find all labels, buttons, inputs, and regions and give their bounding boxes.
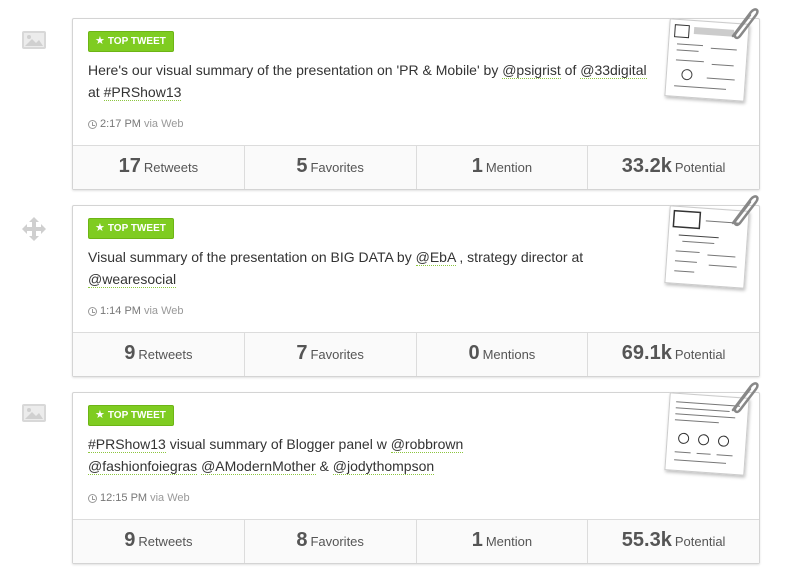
stat-label: Mention	[485, 160, 533, 175]
badge-label: TOP TWEET	[107, 36, 166, 47]
tweet-source: via Web	[143, 118, 184, 130]
stat-value: 1	[471, 155, 483, 177]
tweet-text: Here's our visual summary of the present…	[88, 59, 648, 103]
stat-value: 8	[296, 529, 308, 551]
badge-label: TOP TWEET	[107, 223, 166, 234]
tweet-meta: 12:15 PM via Web	[88, 492, 190, 504]
text-segment: visual summary of Blogger panel w	[165, 436, 391, 452]
retweets-stat[interactable]: 17 Retweets	[73, 146, 245, 189]
tweet-stats: 9 Retweets 8 Favorites 1 Mention 55.3k Poten…	[73, 519, 759, 563]
stat-value: 55.3k	[621, 529, 672, 551]
text-segment: &	[315, 458, 333, 474]
move-icon[interactable]	[20, 216, 48, 241]
mention-link[interactable]: @wearesocial	[88, 271, 177, 288]
text-segment: Visual summary of the presentation on BI…	[88, 249, 416, 265]
retweets-stat[interactable]: 9 Retweets	[73, 520, 245, 563]
stat-value: 9	[124, 529, 136, 551]
image-icon[interactable]	[20, 401, 48, 425]
stat-value: 1	[471, 529, 483, 551]
stat-value: 7	[296, 342, 308, 364]
stat-label: Retweets	[143, 160, 199, 175]
hashtag-link[interactable]: #PRShow13	[88, 436, 166, 453]
stat-label: Favorites	[310, 160, 364, 175]
text-segment: of	[560, 62, 581, 78]
favorites-stat[interactable]: 5 Favorites	[245, 146, 417, 189]
stat-value: 33.2k	[621, 155, 672, 177]
favorites-stat[interactable]: 8 Favorites	[245, 520, 417, 563]
star-icon: ★	[95, 35, 105, 47]
stat-value: 17	[118, 155, 141, 177]
potential-stat[interactable]: 69.1k Potential	[588, 333, 759, 376]
top-tweet-badge: ★ TOP TWEET	[88, 405, 174, 426]
stat-value: 69.1k	[621, 342, 672, 364]
text-segment: at	[88, 84, 104, 100]
mention-link[interactable]: @fashionfoiegras	[88, 458, 198, 475]
tweet-stats: 17 Retweets 5 Favorites 1 Mention 33.2k Pote…	[73, 145, 759, 189]
clock-icon	[88, 493, 97, 503]
tweet-time[interactable]: 12:15 PM	[100, 492, 147, 504]
star-icon: ★	[95, 222, 105, 234]
stat-value: 9	[124, 342, 136, 364]
tweet-time[interactable]: 2:17 PM	[100, 118, 141, 130]
paperclip-icon	[731, 382, 759, 414]
mentions-stat[interactable]: 0 Mentions	[417, 333, 589, 376]
stat-value: 0	[468, 342, 480, 364]
tweet-source: via Web	[143, 305, 184, 317]
mentions-stat[interactable]: 1 Mention	[417, 520, 589, 563]
stat-value: 5	[296, 155, 308, 177]
stat-label: Potential	[674, 347, 726, 362]
tweet-meta: 1:14 PM via Web	[88, 305, 184, 317]
tweet-time[interactable]: 1:14 PM	[100, 305, 141, 317]
mentions-stat[interactable]: 1 Mention	[417, 146, 589, 189]
potential-stat[interactable]: 33.2k Potential	[588, 146, 759, 189]
stat-label: Potential	[674, 160, 726, 175]
top-tweet-badge: ★ TOP TWEET	[88, 218, 174, 239]
stat-label: Mentions	[482, 347, 536, 362]
hashtag-link[interactable]: #PRShow13	[103, 84, 182, 101]
tweet-card[interactable]: ★ TOP TWEET Here's our visual summary of …	[72, 8, 760, 190]
potential-stat[interactable]: 55.3k Potential	[588, 520, 759, 563]
tweet-source: via Web	[150, 492, 190, 504]
mention-link[interactable]: @robbrown	[390, 436, 464, 453]
clock-icon	[88, 119, 97, 129]
tweet-text: #PRShow13 visual summary of Blogger pane…	[88, 433, 558, 477]
paperclip-icon	[731, 8, 759, 40]
stat-label: Favorites	[310, 347, 364, 362]
stat-label: Favorites	[310, 534, 364, 549]
stat-label: Retweets	[138, 347, 193, 362]
tweet-card[interactable]: ★ TOP TWEET Visual summary of the present…	[72, 195, 760, 377]
top-tweet-badge: ★ TOP TWEET	[88, 31, 174, 52]
clock-icon	[88, 306, 97, 316]
tweet-card[interactable]: ★ TOP TWEET #PRShow13 visual summary of B…	[72, 382, 760, 564]
text-segment: Here's our visual summary of the present…	[88, 62, 503, 78]
paperclip-icon	[731, 195, 759, 227]
favorites-stat[interactable]: 7 Favorites	[245, 333, 417, 376]
stat-label: Mention	[485, 534, 533, 549]
mention-link[interactable]: @psigrist	[502, 62, 561, 79]
star-icon: ★	[95, 409, 105, 421]
mention-link[interactable]: @EbA	[415, 249, 456, 266]
image-icon[interactable]	[20, 28, 48, 52]
text-segment: , strategy director at	[455, 249, 584, 265]
stat-label: Potential	[674, 534, 726, 549]
mention-link[interactable]: @33digital	[580, 62, 647, 79]
tweet-stats: 9 Retweets 7 Favorites 0 Mentions 69.1k Pote…	[73, 332, 759, 376]
tweet-meta: 2:17 PM via Web	[88, 118, 184, 130]
mention-link[interactable]: @AModernMother	[201, 458, 316, 475]
badge-label: TOP TWEET	[107, 410, 166, 421]
retweets-stat[interactable]: 9 Retweets	[73, 333, 245, 376]
mention-link[interactable]: @jodythompson	[332, 458, 435, 475]
stat-label: Retweets	[138, 534, 193, 549]
tweet-text: Visual summary of the presentation on BI…	[88, 246, 648, 290]
